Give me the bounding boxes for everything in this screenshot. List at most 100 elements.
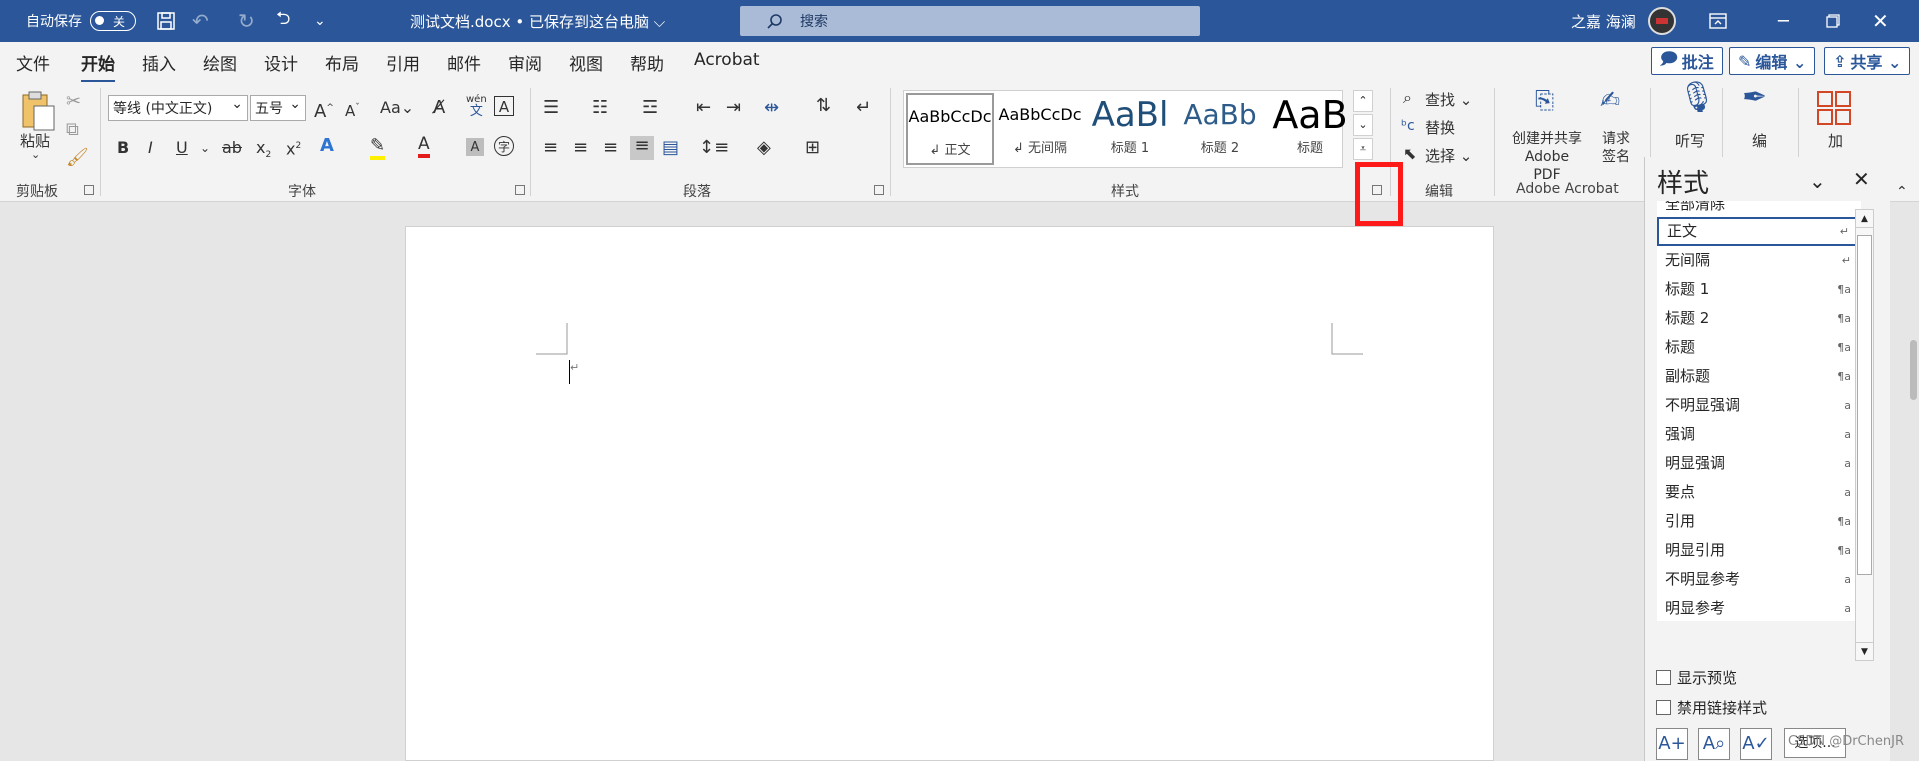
font-color-icon[interactable]: A [418,134,430,158]
clipboard-launcher-icon[interactable] [84,185,94,195]
font-name-dropdown[interactable]: 等线 (中文正文) [108,95,248,121]
style-title[interactable]: AaB 标题 [1266,93,1354,165]
document-title[interactable]: 测试文档.docx • 已保存到这台电脑 ⌵ [410,0,665,42]
text-effects-icon[interactable]: A [320,136,334,156]
numbering-icon[interactable]: ☷ [592,98,608,118]
styles-list-item[interactable]: 不明显强调 a [1657,391,1861,420]
editor-pen-icon[interactable]: ✒ [1742,83,1767,113]
tab-acrobat[interactable]: Acrobat [694,50,760,70]
undo-icon[interactable]: ↶ [192,0,209,42]
style-heading-2[interactable]: AaBb 标题 2 [1176,93,1264,165]
redo-icon[interactable]: ↻ [238,0,255,42]
paste-dropdown-icon[interactable]: ⌄ [31,148,40,161]
styles-list-scrollbar[interactable]: ▲ ▼ [1855,209,1874,661]
request-signature-icon[interactable]: ✍ [1600,88,1620,112]
user-avatar[interactable] [1648,0,1676,42]
styles-list-item[interactable]: 明显强调 a [1657,449,1861,478]
grow-font-icon[interactable]: A^ [314,98,334,122]
gallery-up-icon[interactable]: ⌃ [1353,90,1373,112]
tab-layout[interactable]: 布局 [325,50,359,75]
editing-mode-button[interactable]: ✎ 编辑 ⌄ [1729,47,1816,75]
scroll-down-icon[interactable]: ▼ [1856,642,1873,660]
tab-file[interactable]: 文件 [16,50,50,75]
distributed-icon[interactable]: ▤ [662,138,679,158]
underline-icon[interactable]: U [176,138,188,158]
font-size-dropdown[interactable]: 五号 [250,95,306,121]
dictate-button[interactable]: 听写 [1675,130,1705,151]
tab-view[interactable]: 视图 [569,50,603,75]
align-center-icon[interactable]: ≡ [573,138,588,158]
ribbon-display-options-icon[interactable] [1709,0,1727,42]
styles-list-item[interactable]: 明显参考 a [1657,594,1861,621]
tab-design[interactable]: 设计 [264,50,298,75]
pane-close-icon[interactable]: ✕ [1853,167,1870,191]
multilevel-list-icon[interactable]: ☲ [642,98,658,118]
document-scrollbar-thumb[interactable] [1910,340,1917,400]
create-pdf-button[interactable]: 创建并共享 Adobe PDF [1511,130,1583,184]
style-normal[interactable]: AaBbCcDc ↲ 正文 [906,93,994,165]
collapse-ribbon-icon[interactable]: ⌃ [1896,182,1908,202]
addins-icon[interactable] [1816,90,1852,131]
tab-insert[interactable]: 插入 [142,50,176,75]
save-icon[interactable] [156,0,176,42]
chinese-layout-icon[interactable]: ⇹ [764,98,779,118]
underline-dropdown-icon[interactable]: ⌄ [200,138,210,158]
editor-button[interactable]: 编 [1752,130,1767,151]
format-painter-icon[interactable]: 🖌 [66,148,89,168]
scrollbar-thumb[interactable] [1857,235,1872,575]
gallery-more-icon[interactable]: ⩡ [1353,138,1373,160]
style-inspector-icon[interactable]: A⌕ [1698,728,1730,760]
styles-list-item[interactable]: 引用 ¶a [1657,507,1861,536]
justify-icon[interactable]: ≡ [630,136,654,160]
align-left-icon[interactable]: ≡ [543,138,558,158]
tab-review[interactable]: 审阅 [508,50,542,75]
styles-list-item[interactable]: 不明显参考 a [1657,565,1861,594]
styles-list-item[interactable]: 明显引用 ¶a [1657,536,1861,565]
styles-list-item[interactable]: 强调 a [1657,420,1861,449]
enclose-characters-icon[interactable]: 字 [494,136,514,156]
strikethrough-icon[interactable]: ab [222,138,242,158]
increase-indent-icon[interactable]: ⇥ [726,98,741,118]
request-signature-button[interactable]: 请求 签名 [1600,130,1632,166]
customize-qat-icon[interactable]: ⌄ [314,0,326,42]
styles-list-item[interactable]: 无间隔 ↵ [1657,246,1861,275]
autosave-toggle[interactable]: 关 [90,11,136,31]
select-button[interactable]: 选择 ⌄ [1425,145,1472,166]
character-border-icon[interactable]: A [494,96,514,116]
styles-list-item[interactable]: 副标题 ¶a [1657,362,1861,391]
styles-list-item[interactable]: 标题 2 ¶a [1657,304,1861,333]
cut-icon[interactable]: ✂ [66,92,81,112]
styles-list-item[interactable]: 要点 a [1657,478,1861,507]
tab-mailings[interactable]: 邮件 [447,50,481,75]
avatar[interactable] [1648,7,1676,35]
user-name[interactable]: 之嘉 海澜 [1571,0,1636,42]
bullets-icon[interactable]: ☰ [543,98,559,118]
autosave-group[interactable]: 自动保存 关 [26,0,136,42]
pane-options-chevron-icon[interactable]: ⌄ [1809,169,1826,193]
gallery-down-icon[interactable]: ⌄ [1353,114,1373,136]
replace-icon[interactable]: ᵇc [1401,116,1415,136]
superscript-icon[interactable]: x2 [286,136,301,159]
style-no-spacing[interactable]: AaBbCcDc ↲ 无间隔 [996,93,1084,165]
show-preview-checkbox[interactable] [1656,670,1671,685]
tab-home[interactable]: 开始 [81,50,115,83]
touch-mode-icon[interactable]: ⮌ [276,0,290,42]
find-icon[interactable]: ⌕ [1403,88,1412,108]
addins-button[interactable]: 加 [1828,130,1843,151]
scroll-up-icon[interactable]: ▲ [1856,210,1873,228]
disable-linked-styles-checkbox[interactable] [1656,700,1671,715]
styles-list-item[interactable]: 标题 ¶a [1657,333,1861,362]
italic-icon[interactable]: I [148,138,153,158]
style-heading-1[interactable]: AaBl 标题 1 [1086,93,1174,165]
shading-icon[interactable]: ◈ [757,138,771,158]
character-shading-icon[interactable]: A [466,138,484,156]
styles-list-item[interactable]: 标题 1 ¶a [1657,275,1861,304]
sort-icon[interactable]: ⇅ [816,96,831,116]
bold-icon[interactable]: B [117,138,129,158]
share-button[interactable]: ⇪ 共享 ⌄ [1824,47,1911,75]
borders-icon[interactable]: ⊞ [805,138,820,158]
copy-icon[interactable]: ⧉ [66,120,79,140]
new-style-icon[interactable]: A+ [1656,728,1688,760]
tab-help[interactable]: 帮助 [630,50,664,75]
line-spacing-icon[interactable]: ↕≡ [699,138,729,158]
